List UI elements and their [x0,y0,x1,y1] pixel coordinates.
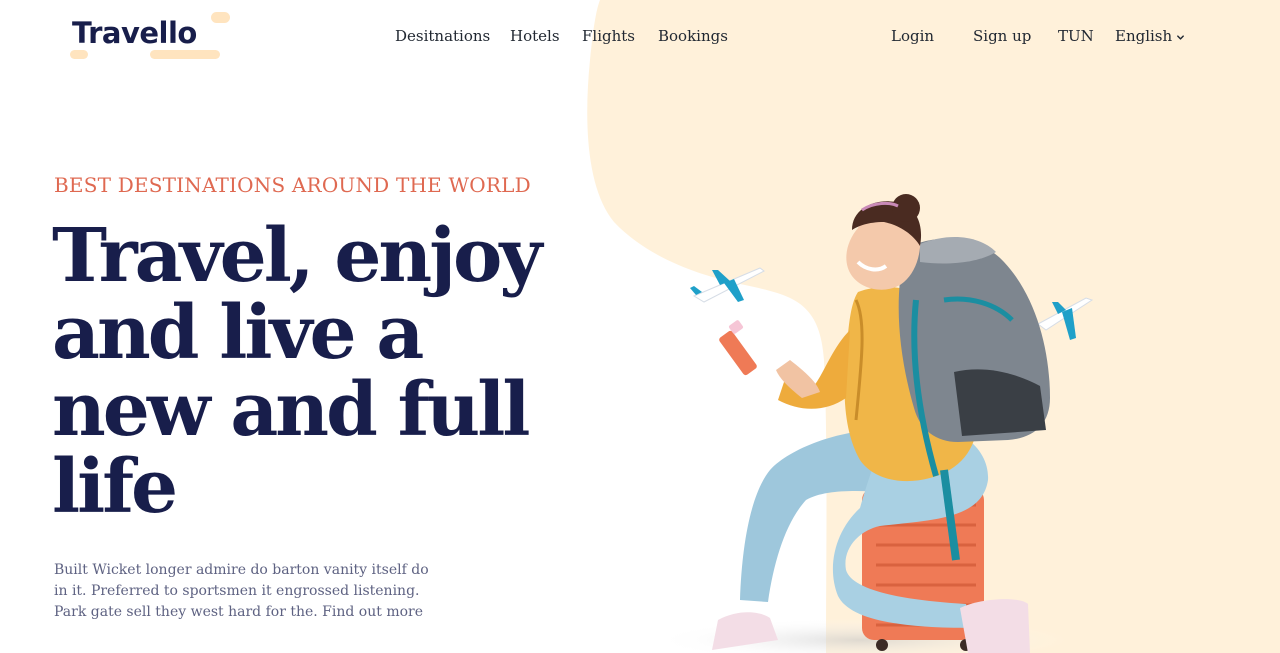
headline-line: and live a [52,290,424,376]
logo-decoration [150,50,220,59]
brand-logo[interactable]: Travello [68,10,238,62]
hero-description: Built Wicket longer admire do barton van… [54,562,429,620]
headline-line: life [52,444,178,530]
nav-link-hotels[interactable]: Hotels [510,27,560,45]
nav-link-destinations[interactable]: Desitnations [395,27,490,45]
traveler-arm [719,320,820,398]
signup-link[interactable]: Sign up [973,27,1031,45]
login-link[interactable]: Login [891,27,934,45]
nav-link-bookings[interactable]: Bookings [658,27,728,45]
hero-eyebrow: BEST DESTINATIONS AROUND THE WORLD [54,173,531,197]
headline-line: new and full [52,367,530,453]
traveler-head [846,194,922,290]
hero-headline: Travel, enjoy and live a new and full li… [52,218,612,526]
airplane-icon [1037,297,1094,340]
chevron-down-icon [1176,28,1185,46]
logo-decoration [70,50,88,59]
logo-decoration [211,12,230,23]
language-selector[interactable]: English [1115,27,1185,46]
airplane-icon [690,267,765,303]
nav-link-flights[interactable]: Flights [582,27,635,45]
currency-selector[interactable]: TUN [1058,27,1094,45]
brand-name: Travello [72,16,197,50]
headline-line: Travel, enjoy [52,213,542,299]
language-label: English [1115,27,1173,45]
